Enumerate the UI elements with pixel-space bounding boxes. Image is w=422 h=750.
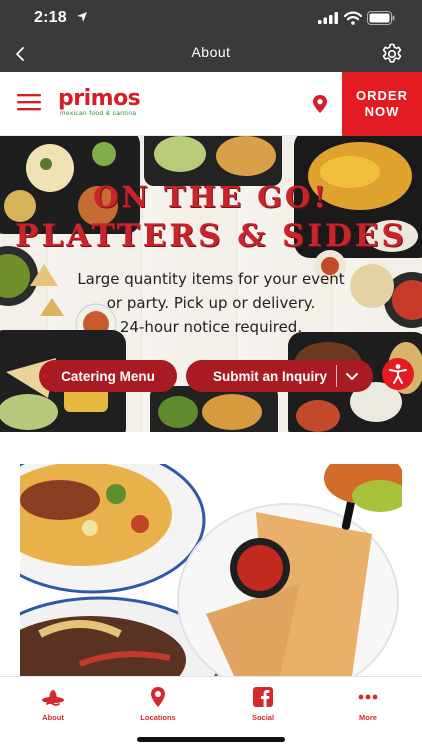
facebook-icon [253, 687, 273, 707]
gear-icon[interactable] [378, 40, 406, 68]
hero-title-line-2: PLATTERS & SIDES [15, 218, 407, 254]
map-pin-icon [151, 687, 165, 707]
logo-tagline: mexican food & cantina [60, 110, 137, 117]
status-time: 2:18 [34, 9, 67, 26]
hero-body-line: Large quantity items for your event [77, 270, 345, 288]
cellular-signal-icon [318, 12, 338, 24]
tab-locations[interactable]: Locations [118, 683, 198, 727]
tab-locations-label: Locations [140, 713, 176, 722]
more-dots-icon [358, 694, 378, 700]
order-now-button[interactable]: ORDER NOW [342, 72, 422, 136]
tab-more[interactable]: More [328, 683, 408, 727]
food-photo [20, 464, 402, 676]
tab-about[interactable]: About [13, 683, 93, 727]
catering-menu-button[interactable]: Catering Menu [39, 360, 177, 392]
tab-more-label: More [359, 713, 377, 722]
hero-banner: ON THE GO! PLATTERS & SIDES Large quanti… [0, 136, 422, 432]
accessibility-icon [389, 364, 407, 384]
accessibility-button[interactable] [382, 358, 414, 390]
home-indicator[interactable] [137, 737, 285, 742]
tab-about-label: About [42, 713, 64, 722]
hero-body-line: or party. Pick up or delivery. [106, 294, 316, 312]
location-pin-icon[interactable] [311, 94, 329, 114]
status-bar: 2:18 [0, 0, 422, 36]
location-arrow-icon [77, 12, 87, 22]
sombrero-icon [42, 690, 64, 706]
page-title: About [191, 44, 231, 60]
battery-icon [367, 11, 395, 25]
primos-logo[interactable]: primos mexican food & cantina [58, 88, 148, 124]
tab-social-label: Social [251, 713, 275, 722]
hero-body-line: 24-hour notice required. [119, 318, 303, 336]
hamburger-menu-icon[interactable] [17, 92, 41, 112]
logo-wordmark: primos [58, 86, 141, 111]
button-divider [336, 365, 337, 387]
tab-social[interactable]: Social [223, 683, 303, 727]
site-header: primos mexican food & cantina ORDER NOW [0, 72, 422, 136]
navigation-bar: About [0, 36, 422, 72]
hero-title-line-1: ON THE GO! [93, 180, 329, 214]
wifi-icon [344, 11, 362, 25]
chevron-down-icon[interactable] [344, 368, 360, 384]
